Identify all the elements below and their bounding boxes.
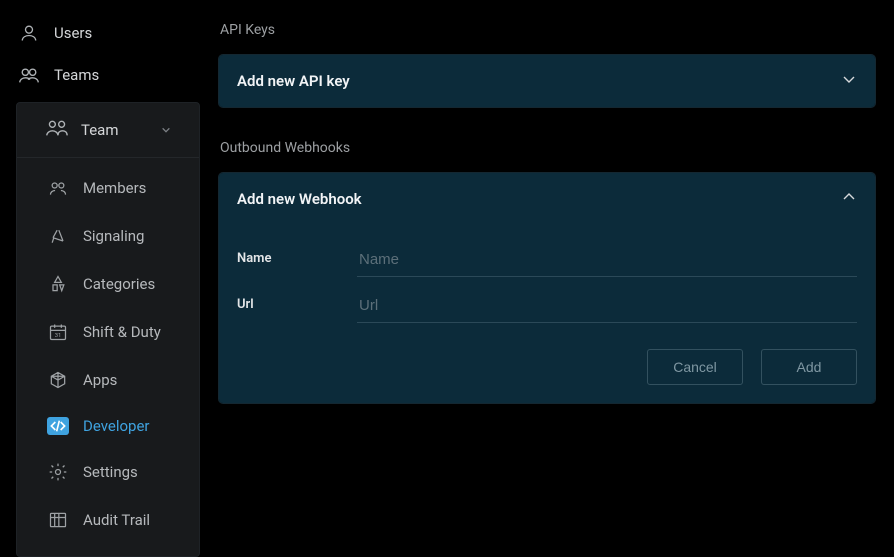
cancel-button[interactable]: Cancel xyxy=(647,349,743,385)
sidebar-item-label: Settings xyxy=(83,463,138,481)
team-header-label: Team xyxy=(81,121,119,139)
gear-icon xyxy=(47,461,69,483)
sidebar-item-teams[interactable]: Teams xyxy=(0,54,200,96)
sidebar: Users Teams Team xyxy=(0,0,200,557)
sidebar-item-users[interactable]: Users xyxy=(0,12,200,54)
apps-icon xyxy=(47,369,69,391)
chevron-up-icon xyxy=(841,189,857,209)
sidebar-team-header[interactable]: Team xyxy=(17,103,199,157)
form-row-name: Name xyxy=(237,247,857,277)
sidebar-item-developer[interactable]: Developer xyxy=(17,404,199,448)
add-button[interactable]: Add xyxy=(761,349,857,385)
sidebar-item-label: Signaling xyxy=(83,227,144,245)
members-icon xyxy=(47,177,69,199)
label-name: Name xyxy=(237,247,337,266)
form-row-url: Url xyxy=(237,293,857,323)
users-icon xyxy=(18,64,40,86)
panel-header-api-keys[interactable]: Add new API key xyxy=(219,55,875,107)
sidebar-item-label: Users xyxy=(54,24,92,42)
code-icon xyxy=(47,417,69,435)
form-actions: Cancel Add xyxy=(237,349,857,385)
categories-icon xyxy=(47,273,69,295)
sidebar-item-signaling[interactable]: Signaling xyxy=(17,212,199,260)
label-url: Url xyxy=(237,293,337,312)
sidebar-item-label: Developer xyxy=(83,417,150,435)
panel-webhooks: Add new Webhook Name Url Cancel Add xyxy=(218,172,876,404)
chevron-down-icon xyxy=(161,121,171,139)
sidebar-item-audit-trail[interactable]: Audit Trail xyxy=(17,496,199,544)
sidebar-item-label: Categories xyxy=(83,275,155,293)
svg-text:31: 31 xyxy=(55,333,62,339)
sidebar-subnav: Members Signaling Categories xyxy=(17,157,199,550)
audit-icon xyxy=(47,509,69,531)
input-webhook-name[interactable] xyxy=(357,247,857,277)
sidebar-item-label: Apps xyxy=(83,371,117,389)
section-title-webhooks: Outbound Webhooks xyxy=(220,140,876,156)
team-icon xyxy=(45,117,69,143)
panel-body-webhooks: Name Url Cancel Add xyxy=(219,225,875,403)
sidebar-item-shift-duty[interactable]: 31 Shift & Duty xyxy=(17,308,199,356)
calendar-icon: 31 xyxy=(47,321,69,343)
signaling-icon xyxy=(47,225,69,247)
sidebar-item-label: Members xyxy=(83,179,146,197)
section-title-api-keys: API Keys xyxy=(220,22,876,38)
sidebar-team-group: Team Members xyxy=(16,102,200,557)
panel-title: Add new API key xyxy=(237,72,350,90)
panel-title: Add new Webhook xyxy=(237,190,362,208)
input-webhook-url[interactable] xyxy=(357,293,857,323)
sidebar-item-label: Shift & Duty xyxy=(83,323,161,341)
sidebar-item-members[interactable]: Members xyxy=(17,164,199,212)
panel-api-keys: Add new API key xyxy=(218,54,876,108)
user-icon xyxy=(18,22,40,44)
sidebar-item-label: Audit Trail xyxy=(83,511,150,529)
sidebar-item-label: Teams xyxy=(54,66,99,84)
main-content: API Keys Add new API key Outbound Webhoo… xyxy=(200,0,894,557)
panel-header-webhooks[interactable]: Add new Webhook xyxy=(219,173,875,225)
sidebar-item-settings[interactable]: Settings xyxy=(17,448,199,496)
chevron-down-icon xyxy=(841,71,857,91)
sidebar-item-apps[interactable]: Apps xyxy=(17,356,199,404)
sidebar-item-categories[interactable]: Categories xyxy=(17,260,199,308)
